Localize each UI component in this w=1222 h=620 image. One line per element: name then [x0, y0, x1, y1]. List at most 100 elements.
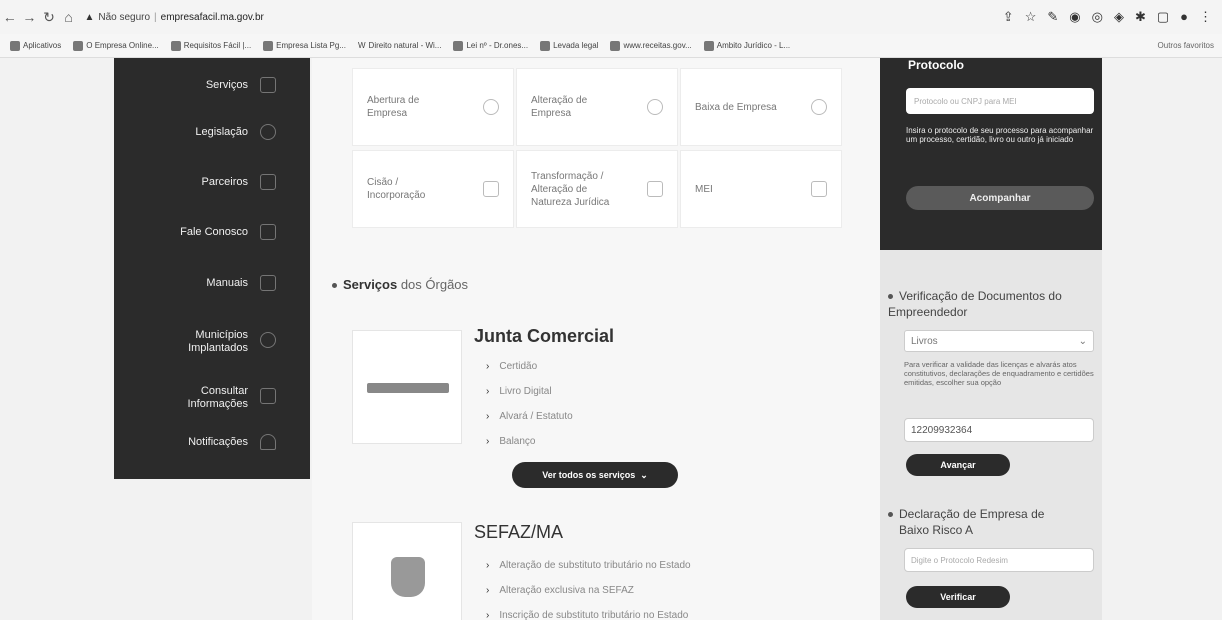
window-icon[interactable]: ▢ — [1157, 9, 1169, 25]
sefaz-logo — [352, 522, 462, 620]
star-icon[interactable]: ☆ — [1025, 9, 1037, 25]
protocol-panel — [880, 58, 1102, 250]
service-link[interactable]: › Certidão — [486, 354, 573, 379]
pen-icon[interactable]: ✎ — [1047, 9, 1058, 25]
document-icon — [260, 388, 276, 404]
card-cisao[interactable]: Cisão / Incorporação — [352, 150, 514, 228]
coat-of-arms-icon — [391, 557, 425, 597]
sefaz-services: › Alteração de substituto tributário no E… — [486, 553, 691, 620]
chevron-right-icon: › — [486, 585, 490, 596]
bookmark-item[interactable]: Lei nº - Dr.ones... — [453, 40, 528, 51]
menu-icon[interactable]: ⋮ — [1199, 9, 1212, 25]
card-abertura[interactable]: Abertura de Empresa — [352, 68, 514, 146]
location-icon — [260, 332, 276, 348]
forward-icon[interactable]: → — [20, 9, 40, 25]
card-transformacao[interactable]: Transformação / Alteração de Natureza Ju… — [516, 150, 678, 228]
verification-note: Para verificar a validade das licenças e… — [904, 360, 1094, 387]
service-link[interactable]: › Balanço — [486, 429, 573, 454]
bookmark-item[interactable]: www.receitas.gov... — [610, 40, 692, 51]
sidebar-item-manuais[interactable]: Manuais — [114, 276, 310, 290]
sidebar-item-municipios[interactable]: Municípios Implantados — [114, 328, 310, 356]
wikipedia-icon: W — [357, 41, 366, 50]
sidebar: Serviços Legislação Parceiros Fale Conos… — [114, 58, 310, 479]
page: Serviços Legislação Parceiros Fale Conos… — [0, 58, 1222, 620]
see-all-services-button[interactable]: Ver todos os serviços ⌄ — [512, 462, 678, 488]
verify-button[interactable]: Verificar — [906, 586, 1010, 608]
protocol-title: Protocolo — [908, 58, 964, 72]
service-link[interactable]: › Livro Digital — [486, 379, 573, 404]
address-bar[interactable]: ▲ Não seguro | empresafacil.ma.gov.br — [84, 6, 1002, 28]
declaration-title: Declaração de Empresa de Baixo Risco A — [888, 506, 1094, 538]
section-title: Serviços dos Órgãos — [332, 277, 468, 292]
extension-icon[interactable]: ◎ — [1092, 9, 1103, 25]
org-title-junta: Junta Comercial — [474, 326, 615, 346]
junta-logo — [352, 330, 462, 444]
bookmark-item[interactable]: Requisitos Fácil |... — [170, 40, 251, 51]
extension-toolbar: ⇪ ☆ ✎ ◉ ◎ ◈ ✱ ▢ ● ⋮ — [1003, 9, 1212, 25]
sidebar-item-parceiros[interactable]: Parceiros — [114, 175, 310, 189]
bookmarks-bar: Aplicativos O Empresa Online... Requisit… — [0, 34, 1222, 58]
bookmark-icon — [610, 40, 621, 51]
browser-toolbar: ← → ↻ ⌂ ▲ Não seguro | empresafacil.ma.g… — [0, 0, 1222, 34]
chevron-right-icon: › — [486, 361, 490, 372]
url-separator: | — [154, 11, 157, 23]
bullet — [332, 283, 337, 289]
track-button[interactable]: Acompanhar — [906, 186, 1094, 210]
chevron-right-icon: › — [486, 560, 490, 571]
service-link[interactable]: › Alteração exclusiva na SEFAZ — [486, 578, 691, 603]
puzzle-icon[interactable]: ✱ — [1135, 9, 1146, 25]
share-icon[interactable]: ⇪ — [1003, 9, 1014, 25]
insecure-label: Não seguro — [98, 11, 151, 23]
card-baixa[interactable]: Baixa de Empresa — [680, 68, 842, 146]
bookmark-item[interactable]: Levada legal — [540, 40, 598, 51]
org-title-sefaz: SEFAZ/MA — [474, 522, 564, 542]
url-text: empresafacil.ma.gov.br — [160, 11, 264, 23]
advance-button[interactable]: Avançar — [906, 454, 1010, 476]
bookmark-item[interactable]: Empresa Lista Pg... — [263, 40, 346, 51]
services-icon — [260, 77, 276, 93]
verification-title: Verificação de Documentos do Empreendedo… — [888, 289, 1062, 319]
transform-icon — [647, 181, 663, 197]
bookmark-item[interactable]: O Empresa Online... — [73, 40, 159, 51]
extension-icon[interactable]: ◈ — [1114, 9, 1124, 25]
service-link[interactable]: › Inscrição de substituto tributário no E… — [486, 603, 691, 620]
sidebar-item-servicos[interactable]: Serviços — [114, 78, 310, 92]
extension-icon[interactable]: ◉ — [1069, 9, 1080, 25]
card-mei[interactable]: MEI — [680, 150, 842, 228]
bullet — [888, 294, 893, 300]
globe-icon — [453, 40, 464, 51]
avatar-icon[interactable]: ● — [1180, 9, 1188, 25]
card-alteracao[interactable]: Alteração de Empresa — [516, 68, 678, 146]
chevron-down-icon: ⌄ — [1078, 335, 1087, 347]
apps-icon — [10, 40, 20, 51]
bookmark-icon — [263, 40, 274, 51]
bookmark-item[interactable]: Aplicativos — [10, 40, 61, 51]
junta-services: › Certidão › Livro Digital › Alvará / Estat… — [486, 354, 573, 454]
protocol-input[interactable]: Protocolo ou CNPJ para MEI — [906, 88, 1094, 114]
bookmark-item[interactable]: W Direito natural - Wi... — [358, 41, 441, 50]
chat-icon — [260, 224, 276, 240]
sidebar-item-consultar[interactable]: Consultar Informações — [114, 384, 310, 412]
bell-icon — [260, 434, 276, 450]
bookmark-item[interactable]: Ambito Jurídico - L... — [703, 40, 790, 51]
document-type-select[interactable]: Livros ⌄ — [904, 330, 1094, 352]
service-link[interactable]: › Alvará / Estatuto — [486, 404, 573, 429]
back-icon[interactable]: ← — [0, 9, 20, 25]
sidebar-item-legislacao[interactable]: Legislação — [114, 125, 310, 139]
minus-circle-icon — [811, 99, 827, 115]
junta-logo-image — [367, 383, 449, 393]
other-bookmarks[interactable]: Outros favoritos — [1158, 41, 1214, 50]
reload-icon[interactable]: ↻ — [39, 9, 59, 26]
declaration-protocol-input[interactable]: Digite o Protocolo Redesim — [904, 548, 1094, 572]
bullet — [888, 512, 893, 518]
sidebar-item-fale-conosco[interactable]: Fale Conosco — [114, 225, 310, 239]
home-icon[interactable]: ⌂ — [59, 9, 79, 25]
bookmark-icon — [170, 40, 181, 51]
globe-icon — [540, 40, 551, 51]
mei-icon — [811, 181, 827, 197]
sidebar-item-notificacoes[interactable]: Notificações — [114, 435, 310, 449]
chevron-right-icon: › — [486, 436, 490, 447]
service-link[interactable]: › Alteração de substituto tributário no E… — [486, 553, 691, 578]
document-number-field[interactable]: 12209932364 — [904, 418, 1094, 442]
book-icon — [260, 275, 276, 291]
